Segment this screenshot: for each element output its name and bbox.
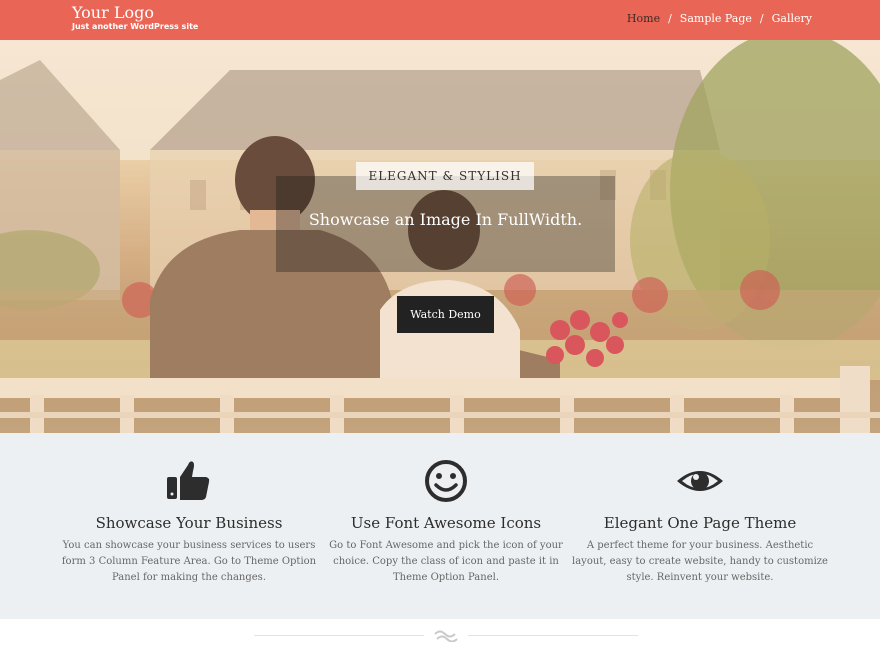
smile-icon <box>425 460 467 502</box>
section-divider <box>254 626 638 644</box>
nav-sample-page[interactable]: Sample Page <box>680 12 752 25</box>
feature-title: Use Font Awesome Icons <box>350 514 542 532</box>
divider-line <box>468 635 638 636</box>
feature-title: Showcase Your Business <box>95 514 283 532</box>
feature-text: Go to Font Awesome and pick the icon of … <box>329 540 563 583</box>
divider-line <box>254 635 424 636</box>
eye-icon <box>677 471 723 491</box>
nav-gallery[interactable]: Gallery <box>772 12 812 25</box>
thumbs-up-icon <box>167 461 210 500</box>
site-header: Your Logo Just another WordPress site Ho… <box>0 0 880 40</box>
nav-separator: / <box>759 12 764 25</box>
wave-icon <box>434 630 458 642</box>
main-nav: Home / Sample Page / Gallery <box>627 12 812 25</box>
nav-home[interactable]: Home <box>627 12 660 25</box>
feature-title: Elegant One Page Theme <box>603 514 797 532</box>
feature-text: You can showcase your business services … <box>61 540 317 583</box>
feature-text: A perfect theme for your business. Aesth… <box>572 540 828 583</box>
hero-title: Showcase an Image In FullWidth. <box>308 210 583 229</box>
watch-demo-button[interactable]: Watch Demo <box>397 296 494 333</box>
site-logo[interactable]: Your Logo <box>72 4 154 22</box>
features-section: Showcase Your Business You can showcase … <box>0 433 880 619</box>
hero-kicker: ELEGANT & STYLISH <box>356 162 534 190</box>
hero-section: ELEGANT & STYLISH Showcase an Image In F… <box>0 40 880 433</box>
nav-separator: / <box>668 12 672 25</box>
site-tagline: Just another WordPress site <box>72 22 199 31</box>
